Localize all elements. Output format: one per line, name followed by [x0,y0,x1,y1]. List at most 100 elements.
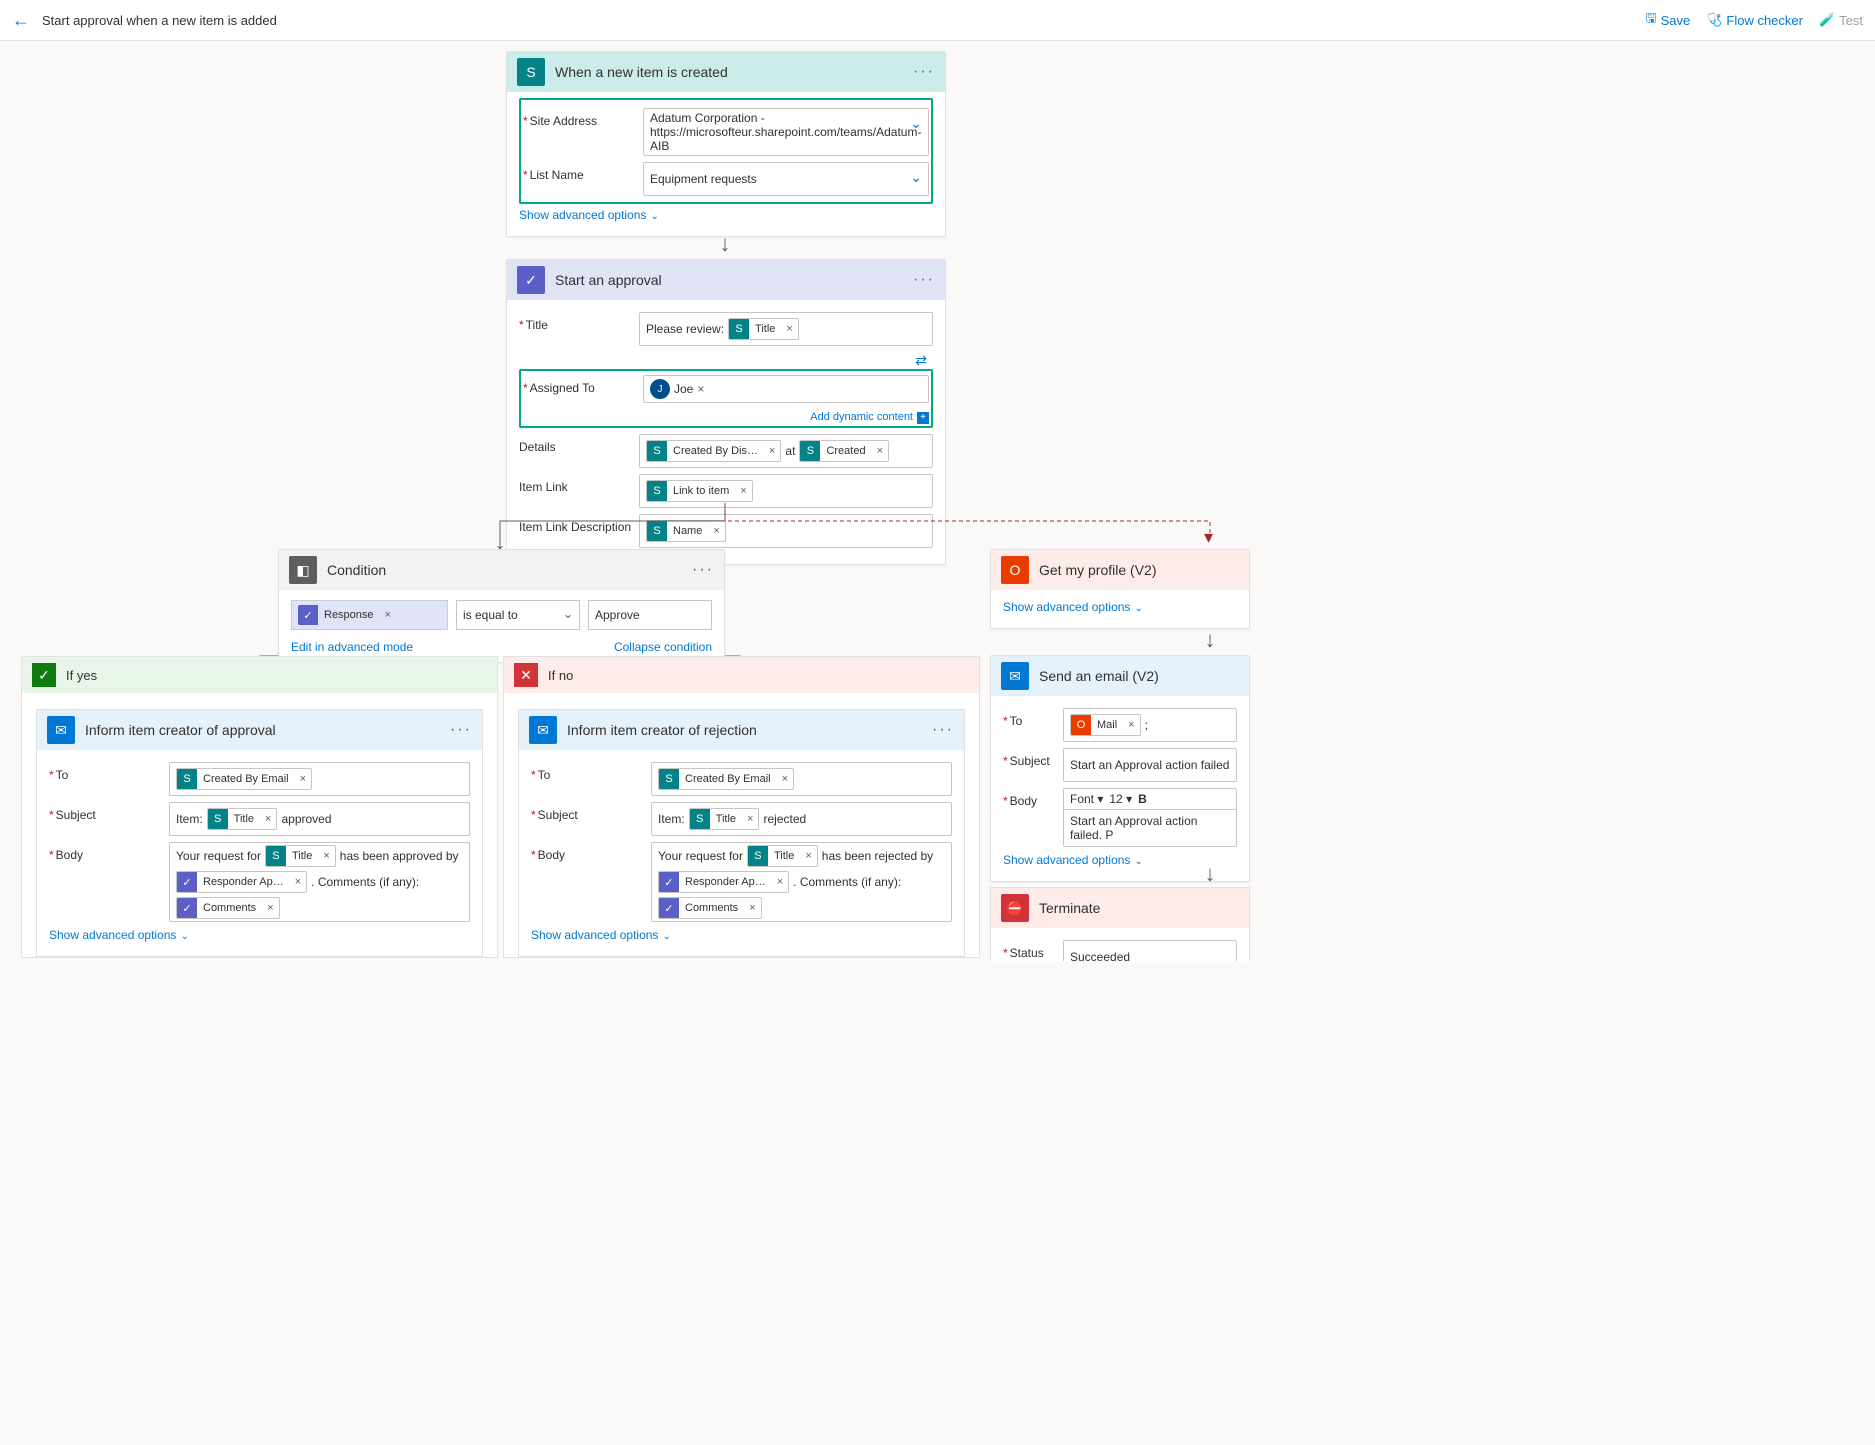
failmail-advanced[interactable]: Show advanced options⌄ [1003,853,1237,867]
approval-title-field[interactable]: Please review: STitle× [639,312,933,346]
token-created-by[interactable]: SCreated By Dis…× [646,440,781,462]
remove-token[interactable]: × [295,773,311,785]
failmail-to[interactable]: OMail×; [1063,708,1237,742]
bold-button[interactable]: B [1138,792,1147,806]
trigger-card[interactable]: S When a new item is created ··· Site Ad… [506,51,946,237]
approve-email-card[interactable]: ✉Inform item creator of approval··· ToSC… [36,709,483,957]
edit-advanced-mode[interactable]: Edit in advanced mode [291,640,413,654]
approval-icon: ✓ [517,266,545,294]
remove-assignee[interactable]: × [697,382,704,396]
failmail-subject[interactable]: Start an Approval action failed [1063,748,1237,782]
font-selector[interactable]: Font ▾ [1070,792,1103,806]
profile-card[interactable]: OGet my profile (V2) Show advanced optio… [990,549,1250,629]
failmail-card[interactable]: ✉Send an email (V2) ToOMail×; SubjectSta… [990,655,1250,882]
terminate-status[interactable]: Succeeded [1063,940,1237,961]
list-name-field[interactable]: Equipment requests ⌄ [643,162,929,196]
details-field[interactable]: SCreated By Dis…× at SCreated× [639,434,933,468]
item-link-desc-field[interactable]: SName× [639,514,933,548]
more-icon[interactable]: ··· [932,721,954,739]
remove-token[interactable]: × [262,902,278,914]
token-responder[interactable]: ✓Responder Ap…× [658,871,789,893]
trigger-advanced[interactable]: Show advanced options⌄ [519,208,933,222]
token-name[interactable]: SName× [646,520,726,542]
remove-token[interactable]: × [318,850,334,862]
sharepoint-icon: S [208,809,228,829]
subject-field[interactable]: Item:STitle×rejected [651,802,952,836]
to-field[interactable]: SCreated By Email× [651,762,952,796]
reject-email-card[interactable]: ✉Inform item creator of rejection··· ToS… [518,709,965,957]
trigger-header[interactable]: S When a new item is created ··· [507,52,945,92]
office365-icon: O [1001,556,1029,584]
body-field[interactable]: Your request forSTitle×has been approved… [169,842,470,922]
close-icon: ✕ [514,663,538,687]
token-title[interactable]: STitle× [265,845,336,867]
token-link[interactable]: SLink to item× [646,480,753,502]
token-comments[interactable]: ✓Comments× [658,897,762,919]
token-responder[interactable]: ✓Responder Ap…× [176,871,307,893]
remove-token[interactable]: × [744,902,760,914]
remove-token[interactable]: × [872,445,888,457]
chevron-down-icon[interactable]: ⌄ [910,115,922,132]
body-field[interactable]: Your request forSTitle×has been rejected… [651,842,952,922]
remove-token[interactable]: × [781,323,797,335]
collapse-condition[interactable]: Collapse condition [614,640,712,654]
sharepoint-icon: S [729,319,749,339]
token-created-by-email[interactable]: SCreated By Email× [176,768,312,790]
check-icon: ✓ [32,663,56,687]
add-dynamic-content[interactable]: Add dynamic content [810,411,913,423]
terminate-card[interactable]: ⛔Terminate StatusSucceeded [990,887,1250,961]
item-link-field[interactable]: SLink to item× [639,474,933,508]
remove-token[interactable]: × [742,813,758,825]
reject-advanced[interactable]: Show advanced options⌄ [531,928,952,942]
flow-checker-button[interactable]: 🩺Flow checker [1706,12,1803,28]
approve-advanced[interactable]: Show advanced options⌄ [49,928,470,942]
site-address-field[interactable]: Adatum Corporation - https://microsofteu… [643,108,929,156]
token-comments[interactable]: ✓Comments× [176,897,280,919]
token-title[interactable]: STitle× [207,808,278,830]
back-button[interactable]: ← [12,10,30,31]
approval-card[interactable]: ✓ Start an approval ··· Title Please rev… [506,259,946,565]
condition-more[interactable]: ··· [692,561,714,579]
token-mail[interactable]: OMail× [1070,714,1141,736]
token-title[interactable]: STitle× [747,845,818,867]
remove-token[interactable]: × [772,876,788,888]
size-selector[interactable]: 12 ▾ [1109,792,1132,806]
subject-field[interactable]: Item:STitle×approved [169,802,470,836]
condition-header[interactable]: ◧ Condition ··· [279,550,724,590]
condition-op[interactable]: is equal to⌄ [456,600,580,630]
to-field[interactable]: SCreated By Email× [169,762,470,796]
chevron-down-icon[interactable]: ⌄ [910,169,922,186]
token-created-by-email[interactable]: SCreated By Email× [658,768,794,790]
remove-token[interactable]: × [800,850,816,862]
remove-token[interactable]: × [1123,719,1139,731]
approval-more[interactable]: ··· [913,271,935,289]
profile-advanced[interactable]: Show advanced options⌄ [1003,600,1237,614]
if-no-branch: ✕ If no ✉Inform item creator of rejectio… [503,656,980,958]
approval-title-label: Title [519,312,639,332]
condition-right[interactable]: Approve [588,600,712,630]
remove-token[interactable]: × [777,773,793,785]
failmail-body[interactable]: Font ▾ 12 ▾ B Start an Approval action f… [1063,788,1237,847]
assigned-to-field[interactable]: J Joe × Add dynamic content+ [643,375,929,424]
swap-icon[interactable]: ⇄ [519,352,927,369]
trigger-more[interactable]: ··· [913,63,935,81]
list-name-value: Equipment requests [650,172,757,186]
chevron-down-icon: ⌄ [1134,856,1142,867]
remove-token[interactable]: × [260,813,276,825]
token-title[interactable]: STitle× [728,318,799,340]
approval-header[interactable]: ✓ Start an approval ··· [507,260,945,300]
remove-token[interactable]: × [764,445,780,457]
condition-card[interactable]: ◧ Condition ··· ✓Response× is equal to⌄ … [278,549,725,663]
condition-left[interactable]: ✓Response× [291,600,448,630]
remove-token[interactable]: × [290,876,306,888]
remove-token[interactable]: × [735,485,751,497]
remove-token[interactable]: × [708,525,724,537]
more-icon[interactable]: ··· [450,721,472,739]
token-title[interactable]: STitle× [689,808,760,830]
save-button[interactable]: 🖫Save [1645,9,1690,31]
item-link-desc-label: Item Link Description [519,514,639,534]
remove-token[interactable]: × [380,609,396,621]
chevron-down-icon[interactable]: ⌄ [563,607,573,621]
token-created[interactable]: SCreated× [799,440,889,462]
outlook-icon: ✉ [529,716,557,744]
